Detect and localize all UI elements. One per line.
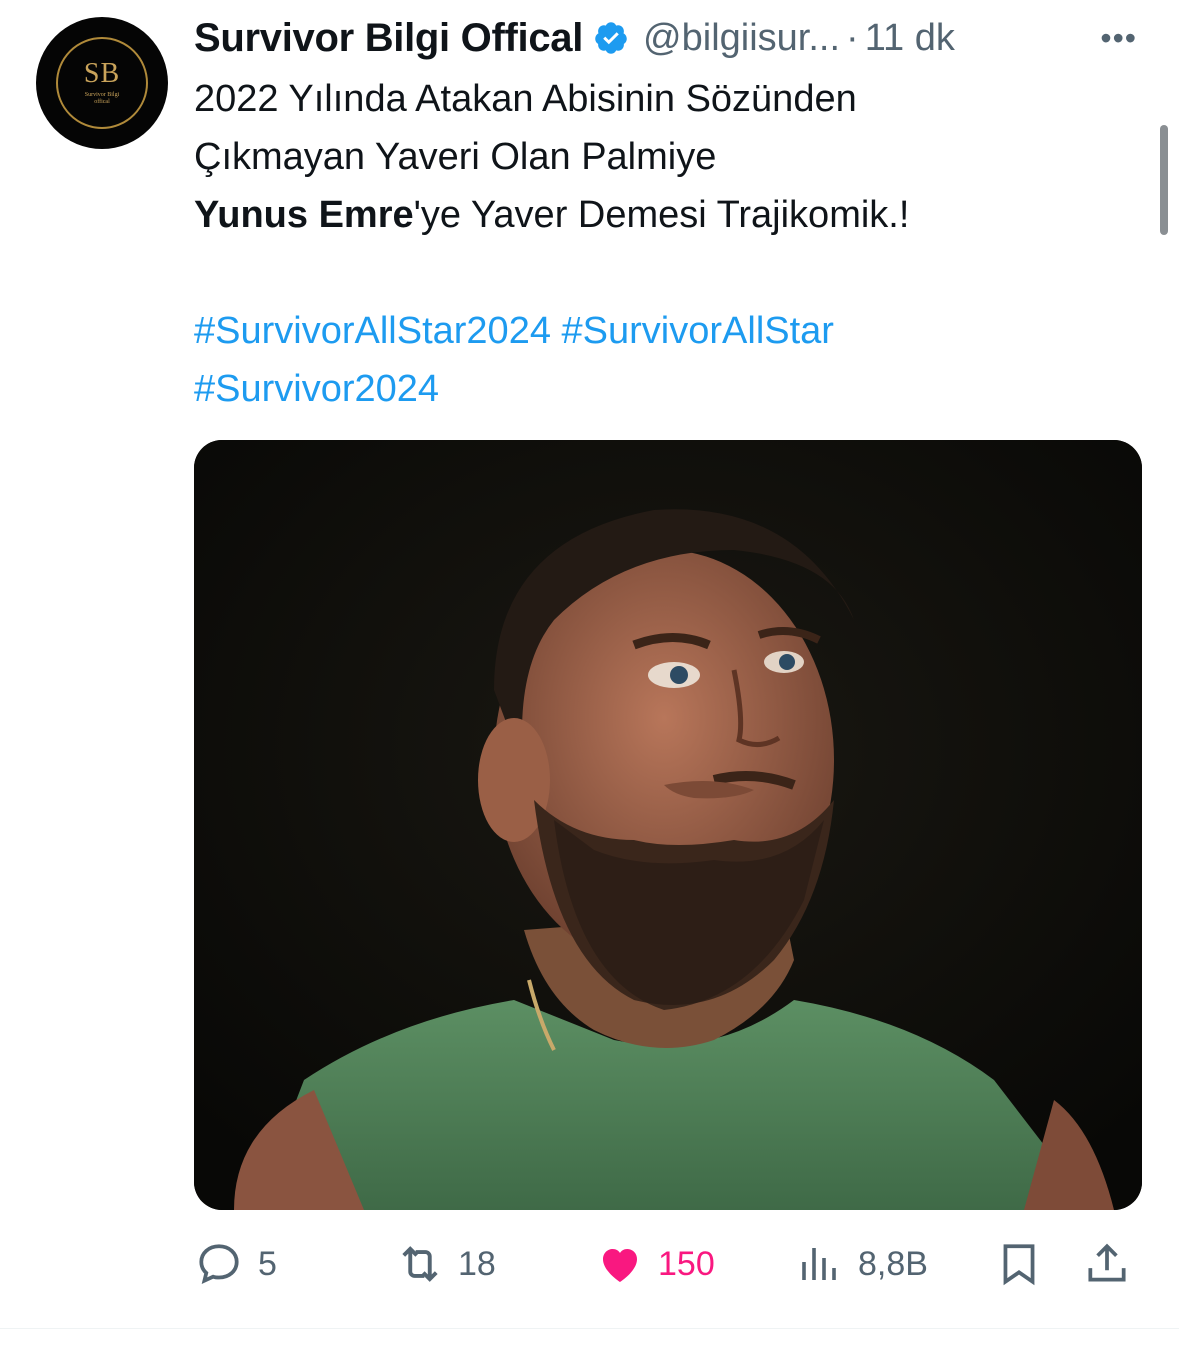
views-chart-icon: [802, 1248, 836, 1280]
verified-badge-icon: [593, 20, 629, 56]
tweet-line-3-rest: 'ye Yaver Demesi Trajikomik.!: [413, 194, 910, 236]
retweet-button[interactable]: 18: [394, 1232, 496, 1296]
tweet-line-2: Çıkmayan Yaveri Olan Palmiye: [194, 136, 717, 178]
hashtag-link[interactable]: #SurvivorAllStar: [562, 310, 834, 352]
author-avatar[interactable]: SB Survivor Bilgi offical: [36, 17, 168, 149]
tweet-actions: 5 18 150 8,8B: [194, 1232, 1142, 1296]
scrollbar-thumb[interactable]: [1160, 125, 1168, 235]
like-button[interactable]: 150: [596, 1232, 715, 1296]
tweet-line-3: Yunus Emre'ye Yaver Demesi Trajikomik.!: [194, 186, 1094, 244]
more-options-icon[interactable]: •••: [1100, 20, 1137, 57]
tweet-timestamp[interactable]: 11 dk: [865, 17, 955, 60]
share-button[interactable]: [1082, 1232, 1132, 1296]
views-count: 8,8B: [858, 1244, 928, 1283]
hashtag-link[interactable]: #SurvivorAllStar2024: [194, 310, 551, 352]
mention-bold: Yunus Emre: [194, 194, 414, 236]
like-count: 150: [658, 1244, 715, 1283]
avatar-subtitle: Survivor Bilgi offical: [85, 92, 120, 106]
avatar-logo: SB Survivor Bilgi offical: [56, 37, 148, 129]
author-name[interactable]: Survivor Bilgi Offical: [194, 16, 583, 61]
bookmark-button[interactable]: [994, 1232, 1044, 1296]
reply-button[interactable]: 5: [194, 1232, 277, 1296]
bookmark-icon: [1003, 1244, 1035, 1286]
hashtag-link[interactable]: #Survivor2024: [194, 368, 439, 410]
heart-icon: [603, 1249, 637, 1282]
media-photo-illustration: [194, 440, 1142, 1210]
tweet-header: Survivor Bilgi Offical @bilgiisur... · 1…: [194, 12, 955, 64]
retweet-icon: [402, 1246, 438, 1282]
share-icon: [1088, 1243, 1126, 1282]
hashtag-line-1: #SurvivorAllStar2024 #SurvivorAllStar: [194, 302, 1094, 360]
avatar-monogram: SB: [83, 57, 121, 89]
avatar-subtitle-line1: Survivor Bilgi: [84, 91, 120, 98]
tweet-divider: [0, 1328, 1179, 1329]
tweet-text: 2022 Yılında Atakan Abisinin Sözünden Çı…: [194, 70, 1094, 418]
author-handle[interactable]: @bilgiisur...: [643, 17, 840, 60]
header-separator: ·: [846, 16, 859, 59]
retweet-count: 18: [458, 1244, 496, 1283]
avatar-subtitle-line2: offical: [94, 99, 110, 105]
tweet-line-1: 2022 Yılında Atakan Abisinin Sözünden: [194, 78, 857, 120]
tweet-media-image[interactable]: [194, 440, 1142, 1210]
reply-icon: [199, 1244, 239, 1284]
views-button[interactable]: 8,8B: [796, 1232, 928, 1296]
reply-count: 5: [258, 1244, 277, 1283]
hashtag-line-2: #Survivor2024: [194, 360, 1094, 418]
